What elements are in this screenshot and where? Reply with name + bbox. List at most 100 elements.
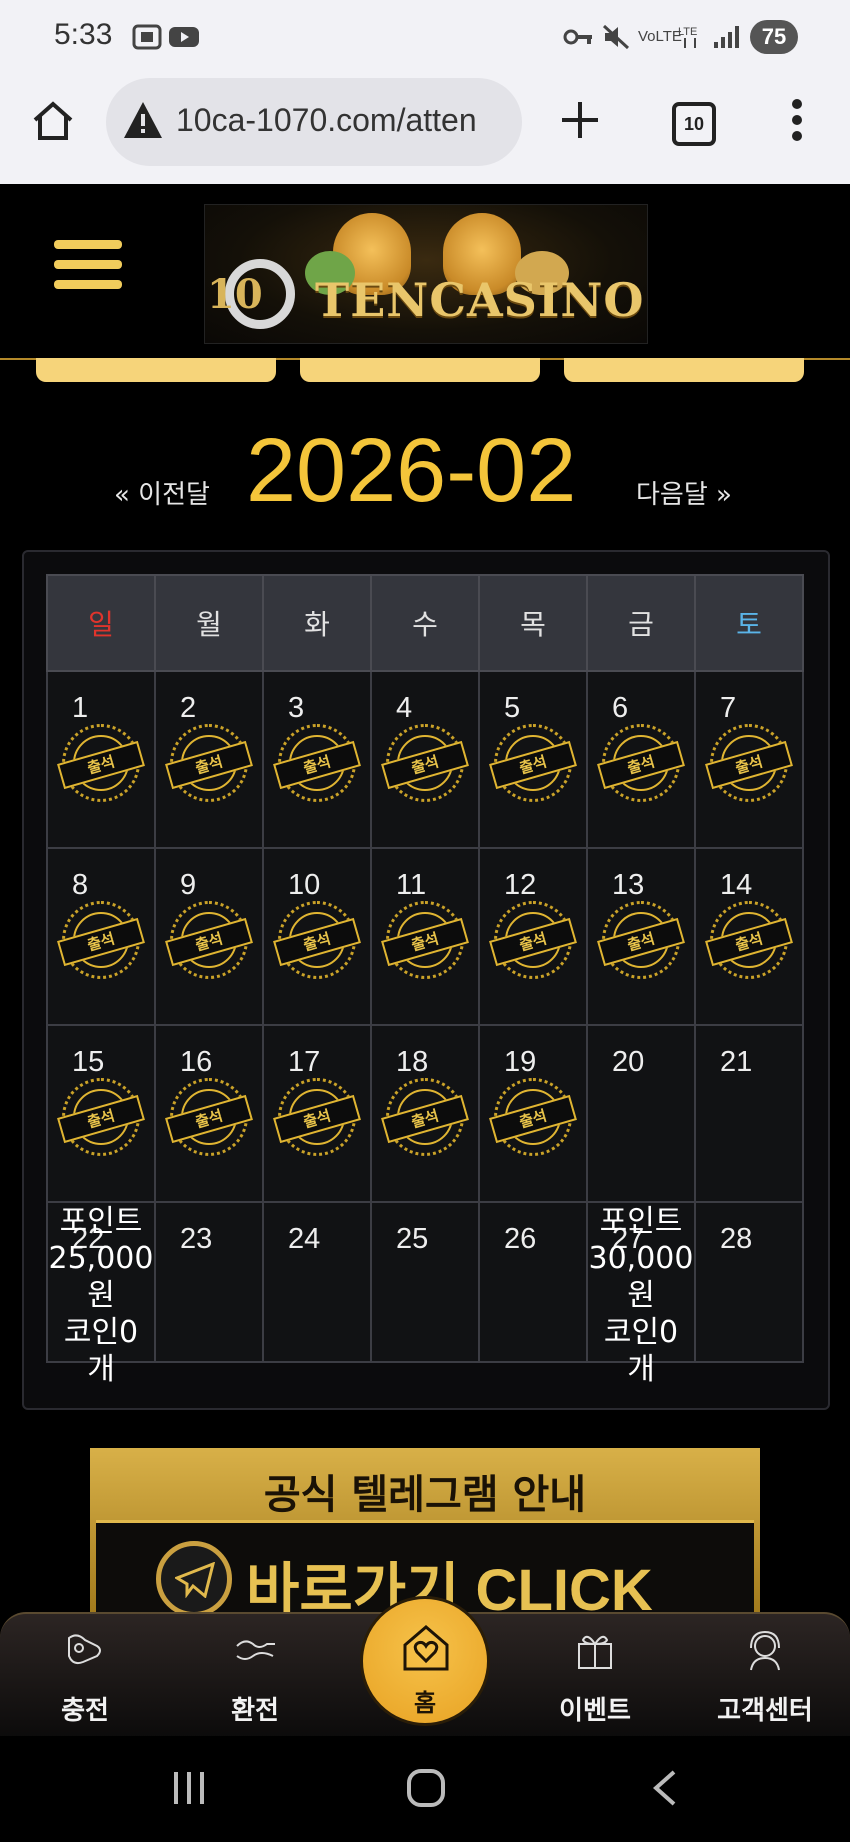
- category-tab[interactable]: [36, 358, 276, 382]
- attendance-stamp-icon: 출석: [165, 901, 253, 979]
- home-icon[interactable]: [30, 98, 76, 144]
- day-number: 24: [288, 1223, 321, 1255]
- more-options-icon[interactable]: [782, 96, 812, 144]
- calendar-day-cell[interactable]: 13 출석: [586, 847, 696, 1026]
- svg-text:LTE: LTE: [678, 26, 697, 38]
- nav-support-label: 고객센터: [717, 1696, 813, 1726]
- calendar-day-cell[interactable]: 15 출석: [46, 1024, 156, 1203]
- day-number: 8: [72, 869, 89, 901]
- attendance-stamp-icon: 출석: [705, 724, 793, 802]
- day-number: 20: [612, 1046, 645, 1078]
- nav-home-button[interactable]: 홈: [360, 1596, 490, 1726]
- lte-icon: LTE: [678, 26, 697, 48]
- attendance-stamp-icon: 출석: [597, 901, 685, 979]
- nav-support[interactable]: 고객센터: [690, 1614, 840, 1738]
- calendar-day-cell[interactable]: 19 출석: [478, 1024, 588, 1203]
- calendar-day-cell[interactable]: 3 출석: [262, 670, 372, 849]
- calendar-day-cell[interactable]: 10 출석: [262, 847, 372, 1026]
- attendance-stamp-icon: 출석: [381, 1078, 469, 1156]
- reward-line: 개: [627, 1352, 655, 1387]
- menu-hamburger-icon[interactable]: [54, 240, 122, 300]
- new-tab-icon[interactable]: [558, 98, 602, 142]
- calendar-day-cell[interactable]: 14 출석: [694, 847, 804, 1026]
- month-title: 2026-02: [246, 421, 577, 521]
- calendar-day-cell[interactable]: 8 출석: [46, 847, 156, 1026]
- calendar-day-cell[interactable]: 9 출석: [154, 847, 264, 1026]
- prev-month-link[interactable]: « 이전달: [114, 474, 210, 511]
- back-icon[interactable]: [650, 1768, 680, 1808]
- calendar-day-cell[interactable]: 24: [262, 1201, 372, 1363]
- site-logo[interactable]: 10 TENCASINO: [204, 204, 648, 344]
- home-heart-icon: [403, 1625, 449, 1671]
- calendar-day-cell[interactable]: 22 포인트 25,000 원 코인0 개: [46, 1201, 156, 1387]
- nav-charge-label: 충전: [61, 1696, 109, 1726]
- calendar-day-cell[interactable]: 21: [694, 1024, 804, 1203]
- calendar-day-cell[interactable]: 7 출석: [694, 670, 804, 849]
- weekday-header: 수: [370, 574, 480, 672]
- calendar-day-cell[interactable]: 25: [370, 1201, 480, 1363]
- recent-apps-icon[interactable]: [170, 1768, 208, 1808]
- nav-exchange[interactable]: 환전: [180, 1614, 330, 1738]
- month-navigation: « 이전달 2026-02 다음달 »: [0, 420, 850, 521]
- day-number: 15: [72, 1046, 105, 1078]
- vpn-key-icon: [563, 29, 592, 45]
- calendar-day-cell[interactable]: 17 출석: [262, 1024, 372, 1203]
- url-text[interactable]: 10ca-1070.com/atten: [176, 102, 516, 139]
- charge-icon: [68, 1634, 101, 1665]
- calendar-day-cell[interactable]: 12 출석: [478, 847, 588, 1026]
- calendar-week-row: 8 출석 9 출석 10 출석 11 출석 12 출석 13 출석 14 출석: [46, 847, 804, 1026]
- calendar-day-cell[interactable]: 23: [154, 1201, 264, 1363]
- status-time: 5:33: [54, 18, 113, 51]
- attendance-stamp-icon: 출석: [57, 724, 145, 802]
- nav-exchange-label: 환전: [231, 1696, 279, 1726]
- attendance-stamp-icon: 출석: [273, 724, 361, 802]
- calendar-day-cell[interactable]: 5 출석: [478, 670, 588, 849]
- day-number: 10: [288, 869, 321, 901]
- calendar-day-cell[interactable]: 18 출석: [370, 1024, 480, 1203]
- weekday-header: 토: [694, 574, 804, 672]
- attendance-stamp-icon: 출석: [273, 1078, 361, 1156]
- address-bar[interactable]: 10ca-1070.com/atten: [106, 78, 522, 166]
- screenshot-icon: [132, 24, 162, 50]
- next-month-link[interactable]: 다음달 »: [636, 474, 732, 511]
- category-tab[interactable]: [564, 358, 804, 382]
- reward-line: 원: [87, 1278, 115, 1313]
- weekday-header: 월: [154, 574, 264, 672]
- day-number: 6: [612, 692, 629, 724]
- calendar-day-cell[interactable]: 6 출석: [586, 670, 696, 849]
- weekday-header: 금: [586, 574, 696, 672]
- telegram-icon: [156, 1541, 232, 1616]
- day-number: 11: [396, 869, 427, 901]
- mute-icon: [602, 24, 630, 50]
- logo-prefix: 10: [207, 271, 263, 318]
- calendar-day-cell[interactable]: 27 포인트 30,000 원 코인0 개: [586, 1201, 696, 1387]
- calendar-day-cell[interactable]: 16 출석: [154, 1024, 264, 1203]
- not-secure-warning-icon[interactable]: [122, 100, 164, 140]
- signal-icon: [714, 26, 739, 48]
- attendance-stamp-icon: 출석: [381, 724, 469, 802]
- status-bar: 5:33 VoLTE LTE 75: [0, 0, 850, 76]
- system-home-icon[interactable]: [406, 1768, 446, 1808]
- attendance-stamp-icon: 출석: [489, 901, 577, 979]
- attendance-stamp-icon: 출석: [381, 901, 469, 979]
- calendar-day-cell[interactable]: 28: [694, 1201, 804, 1363]
- category-tab[interactable]: [300, 358, 540, 382]
- calendar-day-cell[interactable]: 4 출석: [370, 670, 480, 849]
- reward-line: 코인0: [63, 1315, 139, 1350]
- day-number: 3: [288, 692, 305, 724]
- attendance-stamp-icon: 출석: [57, 1078, 145, 1156]
- calendar-day-cell[interactable]: 26: [478, 1201, 588, 1363]
- calendar-day-cell[interactable]: 2 출석: [154, 670, 264, 849]
- site-header: 10 TENCASINO: [0, 184, 850, 360]
- attendance-stamp-icon: 출석: [489, 1078, 577, 1156]
- calendar-day-cell[interactable]: 20: [586, 1024, 696, 1203]
- nav-event[interactable]: 이벤트: [520, 1614, 670, 1738]
- tab-switcher-button[interactable]: 10: [672, 102, 716, 146]
- attendance-stamp-icon: 출석: [165, 724, 253, 802]
- category-tabs: [0, 358, 850, 384]
- calendar-day-cell[interactable]: 11 출석: [370, 847, 480, 1026]
- calendar-day-cell[interactable]: 1 출석: [46, 670, 156, 849]
- day-number: 19: [504, 1046, 537, 1078]
- nav-charge[interactable]: 충전: [10, 1614, 160, 1738]
- telegram-banner[interactable]: 공식 텔레그램 안내 바로가기 CLICK: [90, 1448, 760, 1616]
